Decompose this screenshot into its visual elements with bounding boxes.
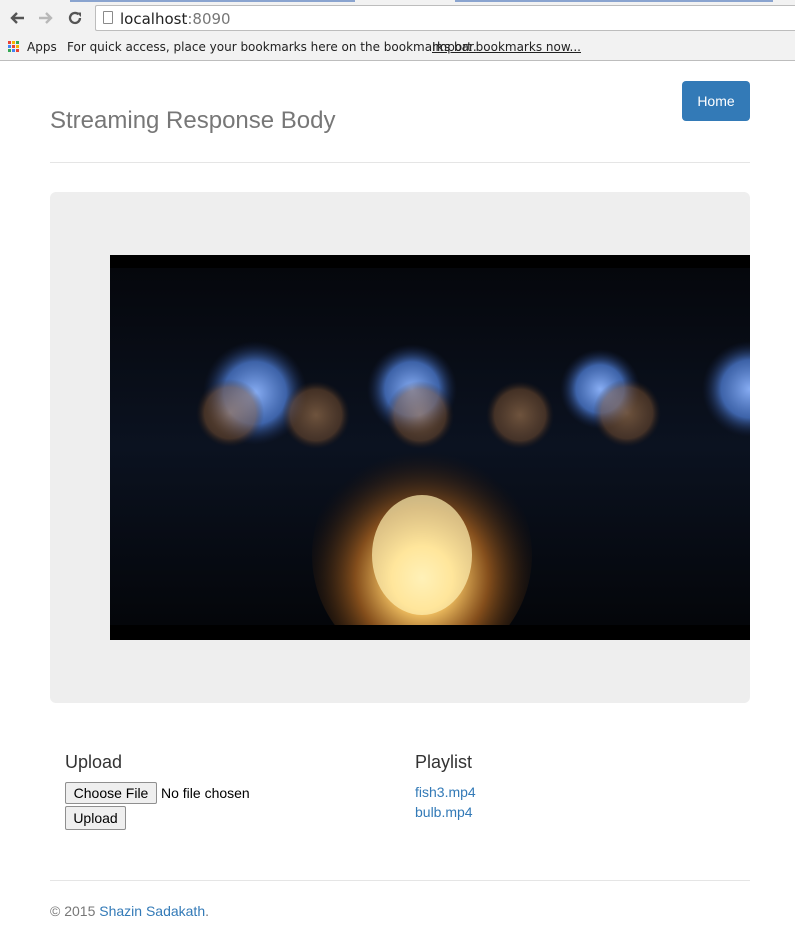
video-frame-icon xyxy=(110,255,750,640)
footer: © 2015 Shazin Sadakath. xyxy=(50,880,750,931)
import-bookmarks-link[interactable]: Import bookmarks now... xyxy=(432,40,581,54)
playlist-item-bulb[interactable]: bulb.mp4 xyxy=(415,804,473,820)
upload-button[interactable]: Upload xyxy=(65,806,126,830)
playlist-item-fish3[interactable]: fish3.mp4 xyxy=(415,784,476,800)
apps-grid-icon[interactable] xyxy=(8,41,20,53)
back-icon[interactable] xyxy=(7,8,27,28)
browser-toolbar: localhost:8090 xyxy=(0,0,795,36)
reload-icon[interactable] xyxy=(65,8,85,28)
bookmark-apps[interactable]: Apps xyxy=(27,40,57,54)
forward-icon[interactable] xyxy=(36,8,56,28)
playlist-heading: Playlist xyxy=(415,752,473,772)
upload-heading: Upload xyxy=(65,752,123,772)
address-bar[interactable]: localhost:8090 xyxy=(95,5,795,31)
bookmarks-hint: For quick access, place your bookmarks h… xyxy=(67,40,477,54)
choose-file-button[interactable]: Choose File xyxy=(65,782,157,804)
file-status: No file chosen xyxy=(161,785,250,801)
home-button[interactable]: Home xyxy=(682,81,750,121)
bookmarks-bar: Apps For quick access, place your bookma… xyxy=(0,36,795,61)
page-icon xyxy=(103,11,113,24)
address-url: localhost:8090 xyxy=(120,10,231,28)
video-container xyxy=(50,192,750,703)
tab-strip xyxy=(455,0,773,2)
page-header: Streaming Response Body Home xyxy=(50,80,750,163)
video-player[interactable] xyxy=(110,255,750,640)
page-title: Streaming Response Body xyxy=(50,107,336,134)
footer-copyright: © 2015 Shazin Sadakath. xyxy=(50,903,209,919)
tab-strip xyxy=(70,0,355,2)
author-link[interactable]: Shazin Sadakath xyxy=(99,903,205,919)
